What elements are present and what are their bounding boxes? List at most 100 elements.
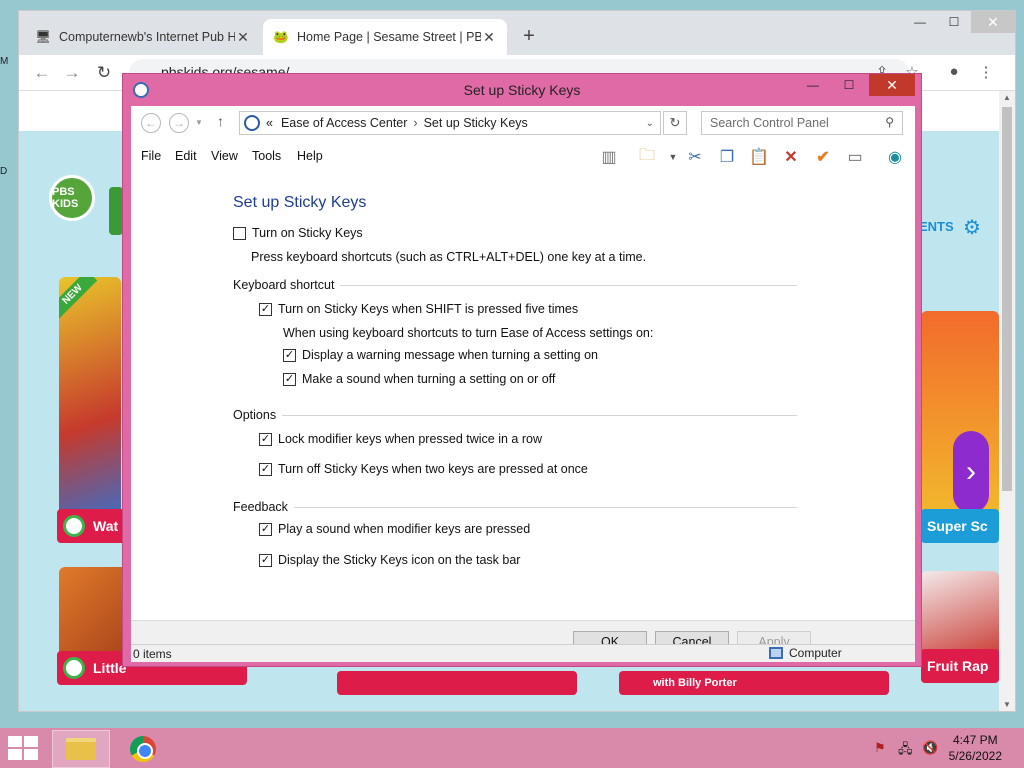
chrome-taskbar-button[interactable] [114, 730, 172, 768]
turn-off-two-keys-checkbox[interactable]: ✓ Turn off Sticky Keys when two keys are… [259, 462, 588, 476]
file-explorer-taskbar-button[interactable] [52, 730, 110, 768]
checkbox-box[interactable]: ✓ [259, 432, 272, 446]
section-keyboard-shortcut: Keyboard shortcut [233, 278, 797, 292]
pbs-kids-logo[interactable]: PBS KIDS [49, 175, 95, 221]
control-panel-icon [244, 115, 260, 131]
section-options: Options [233, 408, 797, 422]
close-button[interactable]: ✕ [971, 11, 1015, 33]
shortcut-note: When using keyboard shortcuts to turn Ea… [283, 326, 654, 340]
delete-icon[interactable]: ✕ [779, 146, 803, 168]
globe-icon[interactable]: ◉ [883, 146, 907, 168]
scroll-thumb[interactable] [1002, 107, 1012, 491]
tab-close-icon[interactable]: ✕ [235, 29, 251, 46]
search-icon[interactable]: ⚲ [885, 115, 894, 129]
settings-content: Set up Sticky Keys Turn on Sticky Keys P… [131, 172, 915, 620]
shift-five-times-checkbox[interactable]: ✓ Turn on Sticky Keys when SHIFT is pres… [259, 302, 578, 316]
action-center-flag-icon[interactable]: ⚑ [874, 740, 886, 756]
menu-file[interactable]: File [141, 149, 161, 163]
close-button[interactable]: ✕ [869, 74, 915, 96]
video-title-pill[interactable]: Super Sc [921, 509, 999, 543]
volume-muted-icon[interactable]: 🔇 [922, 740, 938, 756]
video-title-pill[interactable]: Fruit Rap [921, 649, 999, 683]
checkbox-box[interactable]: ✓ [259, 462, 272, 476]
play-icon [63, 515, 85, 537]
minimize-button[interactable]: — [799, 74, 827, 96]
video-card[interactable]: NEW [59, 277, 121, 521]
checkbox-box[interactable]: ✓ [259, 522, 272, 536]
section-divider [282, 414, 797, 416]
scroll-up-icon[interactable]: ▲ [999, 93, 1015, 102]
menu-edit[interactable]: Edit [175, 149, 197, 163]
tab-close-icon[interactable]: ✕ [481, 29, 497, 46]
checkbox-box[interactable]: ✓ [259, 553, 272, 567]
profile-icon[interactable]: ● [943, 63, 965, 80]
breadcrumb-sticky-keys[interactable]: Set up Sticky Keys [424, 116, 528, 130]
folder-properties-icon[interactable]: 🗀 [635, 146, 659, 168]
refresh-icon[interactable]: ↻ [663, 111, 687, 135]
taskbar: ⚑ 🖧 🔇 4:47 PM 5/26/2022 [0, 728, 1024, 768]
scroll-down-icon[interactable]: ▼ [999, 700, 1015, 709]
tab-title: Home Page | Sesame Street | PBS KIDS [297, 30, 481, 44]
window-titlebar[interactable]: Set up Sticky Keys — ☐ ✕ [123, 74, 921, 106]
video-title-pill[interactable]: Wat [57, 509, 127, 543]
video-title-pill[interactable] [337, 671, 577, 695]
system-clock[interactable]: 4:47 PM 5/26/2022 [949, 732, 1002, 764]
search-input[interactable]: Search Control Panel ⚲ [701, 111, 903, 135]
checkbox-box[interactable]: ✓ [283, 348, 296, 362]
reload-icon[interactable]: ↻ [93, 63, 115, 83]
network-icon[interactable]: 🖧 [898, 740, 913, 762]
browser-window-controls: — ☐ ✕ [903, 11, 1015, 35]
back-arrow-icon[interactable]: ← [31, 63, 53, 83]
back-arrow-icon[interactable]: ← [141, 113, 161, 133]
turn-on-sticky-keys-checkbox[interactable]: Turn on Sticky Keys [233, 226, 363, 240]
forward-arrow-icon[interactable]: → [169, 113, 189, 133]
properties-icon[interactable]: ▭ [843, 146, 867, 168]
windows-start-icon[interactable] [8, 736, 38, 760]
paste-icon[interactable]: 📋 [747, 146, 771, 168]
carousel-next-button[interactable]: › [953, 431, 989, 513]
window-client-area: ← → ▼ ↑ « Ease of Access Center › Set up… [131, 106, 915, 662]
dropdown-icon[interactable]: ▼ [661, 146, 685, 168]
breadcrumb-ease-of-access[interactable]: Ease of Access Center [281, 116, 407, 130]
lock-modifier-checkbox[interactable]: ✓ Lock modifier keys when pressed twice … [259, 432, 542, 446]
navigation-bar: ← → ▼ ↑ « Ease of Access Center › Set up… [131, 106, 915, 140]
cut-icon[interactable]: ✂ [683, 146, 707, 168]
play-icon [63, 657, 85, 679]
taskbar-icon-checkbox[interactable]: ✓ Display the Sticky Keys icon on the ta… [259, 553, 520, 567]
new-tab-button[interactable]: + [517, 25, 541, 48]
minimize-button[interactable]: — [903, 11, 937, 33]
recent-pages-dropdown-icon[interactable]: ▼ [195, 118, 203, 127]
preview-pane-icon[interactable]: ▥ [597, 146, 621, 168]
forward-arrow-icon[interactable]: → [61, 63, 83, 83]
menu-view[interactable]: View [211, 149, 238, 163]
up-arrow-icon[interactable]: ↑ [217, 113, 224, 129]
video-title-pill[interactable]: with Billy Porter [619, 671, 889, 695]
checkmark-icon[interactable]: ✔ [811, 146, 835, 168]
warning-message-checkbox[interactable]: ✓ Display a warning message when turning… [283, 348, 598, 362]
gear-icon[interactable]: ⚙ [963, 215, 981, 240]
breadcrumb-overflow[interactable]: « [266, 116, 273, 130]
menu-help[interactable]: Help [297, 149, 323, 163]
checkbox-box[interactable]: ✓ [283, 372, 296, 386]
checkbox-box[interactable] [233, 226, 246, 240]
address-breadcrumb[interactable]: « Ease of Access Center › Set up Sticky … [239, 111, 661, 135]
address-dropdown-icon[interactable]: ⌄ [646, 118, 660, 129]
page-scrollbar[interactable]: ▲ ▼ [999, 91, 1015, 711]
nav-link-fragment[interactable]: ENTS [919, 219, 954, 234]
tab-sesame-street[interactable]: 🐸 Home Page | Sesame Street | PBS KIDS ✕ [263, 19, 507, 55]
maximize-button[interactable]: ☐ [937, 11, 971, 33]
tab-pub-hub[interactable]: 🖥 Computernewb's Internet Pub Hub ✕ [25, 19, 261, 55]
pbs-favicon-icon: 🐸 [273, 29, 289, 44]
menu-kebab-icon[interactable]: ⋮ [975, 63, 997, 81]
sticky-keys-window: Set up Sticky Keys — ☐ ✕ ← → ▼ ↑ « Ease … [122, 73, 922, 667]
breadcrumb-separator-icon[interactable]: › [413, 116, 417, 130]
menu-tools[interactable]: Tools [252, 149, 281, 163]
play-sound-checkbox[interactable]: ✓ Play a sound when modifier keys are pr… [259, 522, 530, 536]
copy-icon[interactable]: ❐ [715, 146, 739, 168]
checkbox-box[interactable]: ✓ [259, 302, 272, 316]
make-sound-checkbox[interactable]: ✓ Make a sound when turning a setting on… [283, 372, 555, 386]
maximize-button[interactable]: ☐ [835, 74, 863, 96]
desktop-icon-fragment: M [0, 56, 9, 67]
turn-on-description: Press keyboard shortcuts (such as CTRL+A… [251, 250, 647, 264]
computer-icon [769, 647, 783, 659]
